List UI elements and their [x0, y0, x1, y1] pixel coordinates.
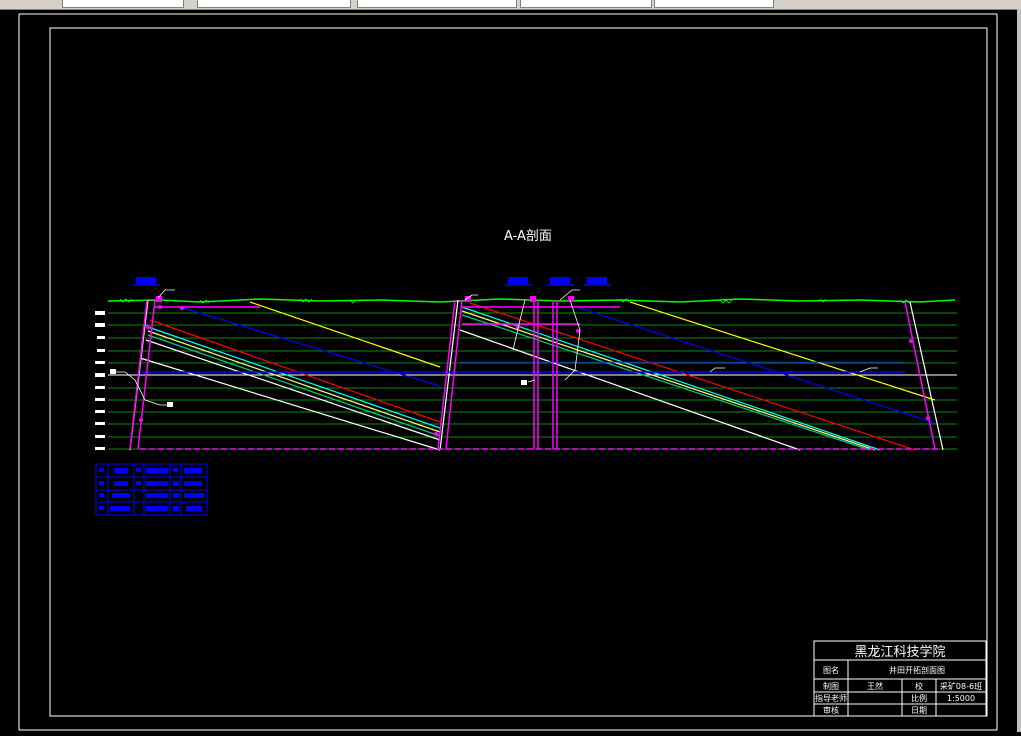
toolbar-layer-field[interactable]	[62, 0, 184, 8]
vertical-scrollbar[interactable]	[1017, 9, 1021, 732]
legend-table	[95, 463, 208, 516]
title-block: 黑龙江科技学院 图名 井田开拓剖面图 制图 王然 校 采矿08-6班 指导老师 …	[813, 640, 987, 717]
surface-buildings	[133, 277, 611, 286]
toolbar-linetype-field[interactable]	[357, 0, 517, 8]
toolbar-color-field[interactable]	[197, 0, 351, 8]
coal-seams-left	[145, 301, 441, 441]
title-block-label-scale: 比例	[911, 693, 927, 703]
title-block-label-date: 日期	[911, 706, 927, 715]
title-block-drafter: 王然	[867, 681, 883, 691]
title-block-label-name: 图名	[823, 665, 839, 675]
title-block-label-drafter: 制图	[823, 681, 839, 691]
title-block-drawing-name: 井田开拓剖面图	[889, 665, 945, 675]
toolbar-plotstyle-field[interactable]	[654, 0, 774, 8]
title-block-label-review: 审核	[823, 705, 839, 715]
toolbar	[0, 0, 1021, 10]
toolbar-lineweight-field[interactable]	[520, 0, 652, 8]
title-block-label-class: 校	[915, 681, 923, 691]
title-block-scale: 1:5000	[947, 694, 975, 703]
section-title: A-A剖面	[504, 229, 552, 244]
title-block-label-advisor: 指导老师	[815, 693, 847, 703]
elevation-labels	[95, 311, 105, 450]
title-block-school: 黑龙江科技学院	[854, 644, 945, 660]
drawing-canvas[interactable]: A-A剖面 黑龙江科技学院 图名 井田开拓剖面图 制图 王然 校 采矿08-6班…	[0, 10, 1017, 732]
title-block-class: 采矿08-6班	[940, 681, 982, 691]
